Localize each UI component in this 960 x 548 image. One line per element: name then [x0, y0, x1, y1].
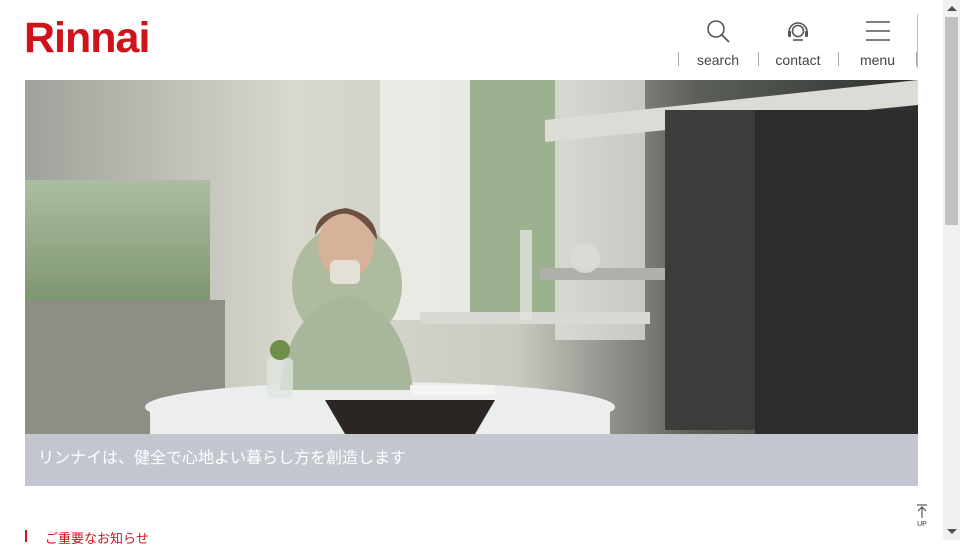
hero-image — [25, 80, 918, 434]
menu-button[interactable]: menu — [838, 14, 918, 68]
scroll-down-icon[interactable] — [947, 529, 957, 534]
search-button[interactable]: search — [678, 14, 758, 68]
search-icon — [707, 20, 730, 43]
header-nav: search contact menu — [678, 14, 918, 68]
headset-icon — [788, 22, 808, 41]
contact-button[interactable]: contact — [758, 14, 838, 68]
page-top-label: UP — [917, 521, 927, 528]
arrow-up-icon — [917, 504, 927, 518]
hero-caption: リンナイは、健全で心地よい暮らし方を創造します — [25, 434, 918, 486]
vertical-scrollbar[interactable] — [943, 0, 960, 540]
important-news-heading[interactable]: ご重要なお知らせ — [25, 530, 149, 546]
contact-label: contact — [775, 52, 821, 68]
hamburger-menu-icon — [865, 21, 890, 41]
rinnai-logo[interactable]: Rinnai — [24, 14, 150, 62]
scrollbar-thumb[interactable] — [945, 17, 958, 225]
scroll-up-icon[interactable] — [947, 6, 957, 11]
menu-label: menu — [859, 52, 896, 68]
page-top-button[interactable]: UP — [912, 504, 932, 534]
search-label: search — [696, 52, 740, 68]
hero-video[interactable] — [25, 80, 918, 434]
